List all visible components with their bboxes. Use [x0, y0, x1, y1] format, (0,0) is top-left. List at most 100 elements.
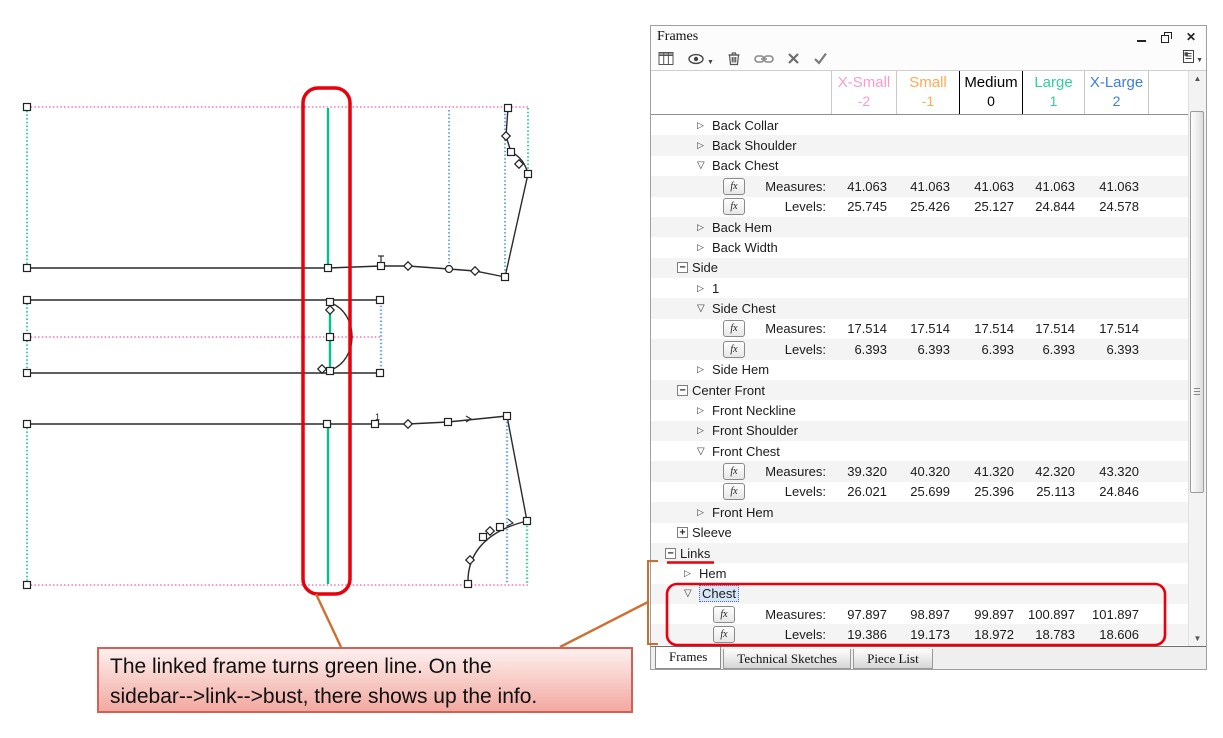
tree-row[interactable]: −Center Front	[651, 380, 1188, 400]
tree-row[interactable]: ▷Back Collar	[651, 115, 1188, 135]
value-row-label: Measures:	[735, 607, 831, 622]
expander-icon[interactable]: ▷	[697, 405, 712, 416]
tab-technical-sketches[interactable]: Technical Sketches	[723, 649, 851, 669]
scrollbar-thumb[interactable]	[1190, 111, 1204, 493]
panel-menu-icon[interactable]: ▼	[1182, 49, 1203, 64]
minimize-button[interactable]	[1132, 29, 1150, 44]
scroll-down-icon[interactable]: ▼	[1189, 631, 1206, 646]
expander-icon[interactable]: ▷	[697, 425, 712, 436]
tree-row[interactable]: ▷1	[651, 278, 1188, 298]
tree-row[interactable]: ▽Chest	[651, 584, 1188, 604]
value-row[interactable]: fxLevels:19.38619.17318.97218.78318.606	[651, 624, 1188, 644]
indent-spacer	[651, 512, 697, 513]
tree-row[interactable]: −Links	[651, 543, 1188, 563]
value-row-lead: fxLevels:	[651, 198, 831, 215]
tree-column-header	[651, 71, 831, 114]
value-cell: 43.320	[1084, 464, 1148, 479]
expander-icon[interactable]: ▷	[697, 507, 712, 518]
tree-row[interactable]: ▷Side Hem	[651, 360, 1188, 380]
value-row[interactable]: fxMeasures:97.89798.89799.897100.897101.…	[651, 604, 1188, 624]
value-cell: 41.063	[896, 179, 959, 194]
value-row-label: Measures:	[745, 321, 831, 336]
apply-check-icon[interactable]	[813, 52, 828, 65]
indent-spacer	[651, 369, 697, 370]
tree-row[interactable]: ▽Back Chest	[651, 156, 1188, 176]
value-row[interactable]: fxLevels:26.02125.69925.39625.11324.846	[651, 482, 1188, 502]
indent-spacer	[651, 267, 677, 268]
link-icon[interactable]	[754, 53, 774, 65]
callout-line-2: sidebar-->link-->bust, there shows up th…	[110, 682, 620, 712]
table-icon[interactable]	[658, 51, 675, 66]
tree-row[interactable]: ▷Hem	[651, 563, 1188, 583]
vertical-scrollbar[interactable]: ▲ ▼	[1188, 71, 1206, 648]
value-row[interactable]: fxLevels:25.74525.42625.12724.84424.578	[651, 197, 1188, 217]
expander-icon[interactable]: ▷	[697, 222, 712, 233]
tree-row[interactable]: ▷Back Hem	[651, 217, 1188, 237]
value-cell: 97.897	[831, 607, 896, 622]
indent-spacer	[651, 349, 723, 350]
tree-row[interactable]: ▽Side Chest	[651, 298, 1188, 318]
tree-row[interactable]: ▷Front Shoulder	[651, 421, 1188, 441]
tree-row[interactable]: ▽Front Chest	[651, 441, 1188, 461]
tab-piece-list[interactable]: Piece List	[853, 649, 933, 669]
highlight-rect-pattern	[303, 88, 350, 594]
panel-toolbar: ▼ ▼	[651, 47, 1206, 70]
size-name: X-Small	[832, 74, 896, 92]
row-label-chest: Chest	[699, 585, 739, 602]
expander-icon[interactable]: −	[665, 548, 676, 559]
expander-icon[interactable]: −	[677, 385, 688, 396]
row-label-1: 1	[712, 281, 719, 296]
fx-button[interactable]: fx	[713, 626, 735, 643]
fx-button[interactable]: fx	[723, 463, 745, 480]
fx-button[interactable]: fx	[723, 198, 745, 215]
value-row-label: Measures:	[745, 179, 831, 194]
value-cell: 99.897	[959, 607, 1023, 622]
value-cell: 25.699	[896, 484, 959, 499]
expander-icon[interactable]: +	[677, 527, 688, 538]
row-label-back-collar: Back Collar	[712, 118, 778, 133]
fx-button[interactable]: fx	[723, 178, 745, 195]
tree-row[interactable]: ▷Back Width	[651, 237, 1188, 257]
delete-x-icon[interactable]	[787, 52, 800, 65]
frames-grid: X-Small-2Small-1Medium0Large1X-Large2 ▷B…	[651, 70, 1206, 648]
expander-icon[interactable]: ▽	[697, 446, 712, 457]
expander-icon[interactable]: ▽	[697, 303, 712, 314]
expander-icon[interactable]: ▷	[684, 568, 699, 579]
fx-button[interactable]: fx	[723, 483, 745, 500]
indent-spacer	[651, 247, 697, 248]
close-button[interactable]: ✕	[1182, 29, 1200, 44]
value-row[interactable]: fxMeasures:17.51417.51417.51417.51417.51…	[651, 319, 1188, 339]
tree-row[interactable]: ▷Front Hem	[651, 502, 1188, 522]
fx-button[interactable]: fx	[723, 320, 745, 337]
tree-row[interactable]: −Side	[651, 258, 1188, 278]
value-row[interactable]: fxMeasures:41.06341.06341.06341.06341.06…	[651, 176, 1188, 196]
eye-visibility-icon[interactable]: ▼	[688, 52, 714, 66]
expander-icon[interactable]: ▷	[697, 140, 712, 151]
fx-button[interactable]: fx	[713, 606, 735, 623]
value-row[interactable]: fxMeasures:39.32040.32041.32042.32043.32…	[651, 461, 1188, 481]
trash-icon[interactable]	[727, 51, 741, 66]
expander-icon[interactable]: ▽	[684, 588, 699, 599]
tree-row[interactable]: ▷Front Neckline	[651, 400, 1188, 420]
indent-spacer	[651, 532, 677, 533]
size-delta: 0	[960, 92, 1022, 110]
tree-row[interactable]: +Sleeve	[651, 523, 1188, 543]
restore-button[interactable]	[1157, 29, 1175, 44]
tab-frames[interactable]: Frames	[655, 647, 721, 669]
expander-icon[interactable]: ▷	[697, 242, 712, 253]
value-cell: 41.063	[959, 179, 1023, 194]
expander-icon[interactable]: ▷	[697, 283, 712, 294]
value-cell: 6.393	[959, 342, 1023, 357]
value-cell: 6.393	[831, 342, 896, 357]
value-row-label: Levels:	[745, 484, 831, 499]
expander-icon[interactable]: −	[677, 262, 688, 273]
side-piece	[24, 297, 384, 377]
expander-icon[interactable]: ▷	[697, 120, 712, 131]
fx-button[interactable]: fx	[723, 341, 745, 358]
tree-row[interactable]: ▷Back Shoulder	[651, 135, 1188, 155]
expander-icon[interactable]: ▷	[697, 364, 712, 375]
scroll-up-icon[interactable]: ▲	[1189, 71, 1206, 86]
expander-icon[interactable]: ▽	[697, 160, 712, 171]
value-row[interactable]: fxLevels:6.3936.3936.3936.3936.393	[651, 339, 1188, 359]
value-cell: 41.063	[1023, 179, 1084, 194]
